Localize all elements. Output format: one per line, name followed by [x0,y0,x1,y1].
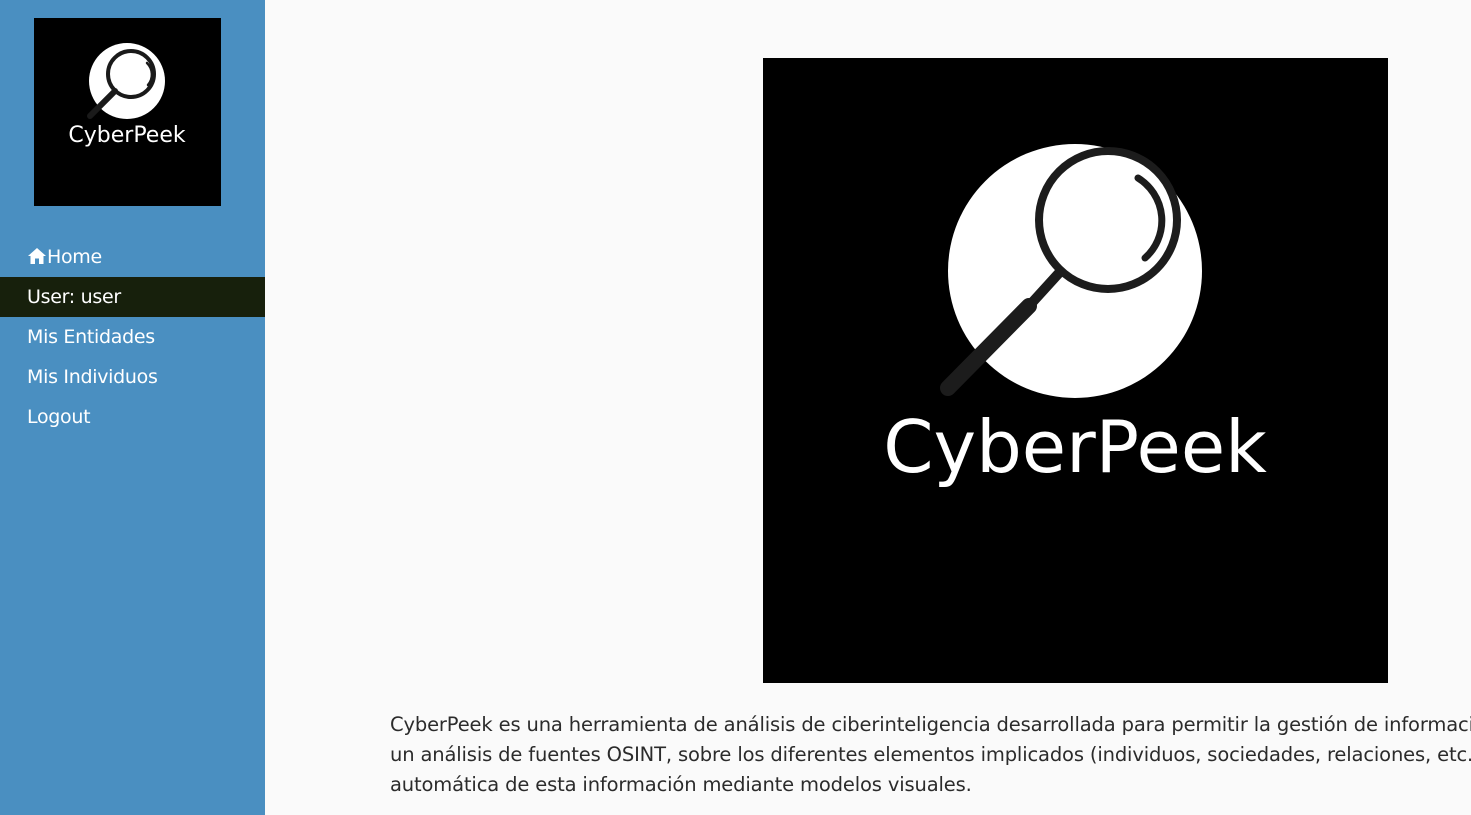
sidebar-logo-text: CyberPeek [68,123,185,148]
sidebar-item-label: Logout [27,406,91,428]
description-line: CyberPeek es una herramienta de análisis… [390,713,1471,736]
app-description: CyberPeek es una herramienta de análisis… [390,710,1471,800]
sidebar-item-label: Mis Entidades [27,326,155,348]
sidebar-item-mis-entidades[interactable]: Mis Entidades [0,317,265,357]
hero-logo-text: CyberPeek [883,405,1267,489]
description-line: automática de esta información mediante … [390,773,972,796]
hero-logo: CyberPeek [763,58,1388,683]
main-content: CyberPeek CyberPeek es una herramienta d… [265,0,1471,815]
sidebar: CyberPeek Home User: user Mis Entidades … [0,0,265,815]
magnifier-icon: CyberPeek [68,43,186,148]
sidebar-item-label: Mis Individuos [27,366,158,388]
sidebar-item-home[interactable]: Home [0,237,265,277]
sidebar-item-label: User: user [27,286,121,308]
magnifier-icon: CyberPeek [883,144,1267,489]
sidebar-item-mis-individuos[interactable]: Mis Individuos [0,357,265,397]
sidebar-item-user[interactable]: User: user [0,277,265,317]
sidebar-nav: Home User: user Mis Entidades Mis Indivi… [0,237,265,437]
sidebar-item-label: Home [47,246,102,268]
sidebar-item-logout[interactable]: Logout [0,397,265,437]
sidebar-logo[interactable]: CyberPeek [34,18,221,206]
description-line: un análisis de fuentes OSINT, sobre los … [390,743,1471,766]
home-icon [28,248,46,264]
